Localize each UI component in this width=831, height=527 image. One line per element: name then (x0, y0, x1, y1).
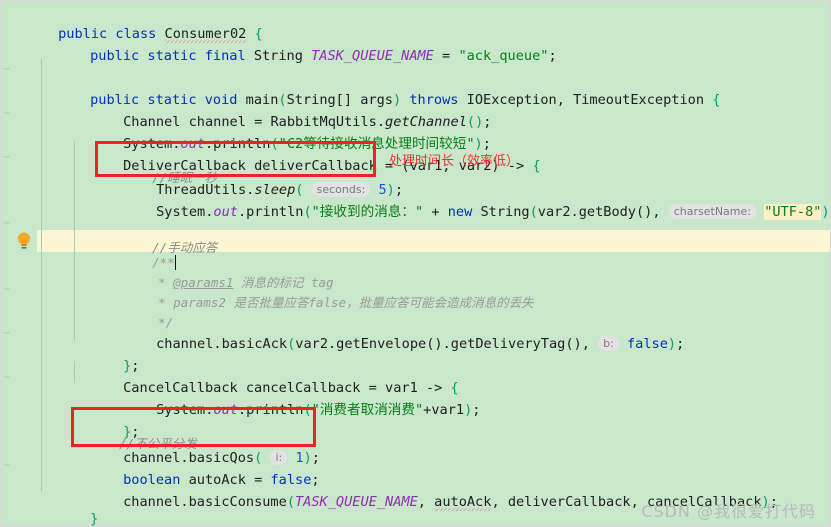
code-line-18[interactable]: }; (74, 333, 139, 374)
token-var-channel: channel (156, 336, 214, 352)
code-text-layer[interactable]: public class Consumer02 { public static … (1, 1, 830, 526)
token-string-received: "接收到的消息：" (311, 204, 424, 220)
token-constant-task-queue-name: TASK_QUEUE_NAME (295, 494, 418, 510)
code-line-9[interactable]: ThreadUtils.sleep( seconds: 5); (107, 157, 403, 198)
code-line-19[interactable]: CancelCallback cancelCallback = var1 -> … (74, 355, 459, 396)
code-line-13[interactable]: /** (107, 230, 176, 270)
token-var-delivercallback: deliverCallback (507, 494, 631, 510)
token-keyword-static: static (147, 48, 197, 64)
code-editor-screenshot: ➥ ➥ ➥ ➥ ➥ ➥ ➥ ➥ public class Consumer02 … (0, 0, 831, 527)
code-line-15[interactable]: * params2 是否批量应答false，批量应答可能会造成消息的丢失 (113, 270, 533, 310)
token-string-utf8: "UTF-8" (764, 204, 822, 220)
token-string-ack-queue: "ack_queue" (458, 48, 549, 64)
code-line-20[interactable]: System.out.println("消费者取消消费"+var1); (107, 377, 480, 418)
code-line-24[interactable]: boolean autoAck = false; (74, 447, 319, 488)
code-line-1[interactable]: public class Consumer02 { (9, 1, 263, 43)
code-line-16[interactable]: */ (113, 290, 173, 330)
token-arg-deliverytag: var2.getEnvelope().getDeliveryTag() (295, 336, 582, 352)
token-keyword-false: false (626, 336, 668, 352)
token-string-consumer-cancel: "消费者取消消费" (311, 402, 424, 418)
token-javadoc-params2: params2 (173, 295, 226, 310)
annotation-note-processing-time: 处理时间长（效率低） (389, 154, 520, 169)
token-method-println: println (246, 204, 304, 220)
token-keyword-public: public (90, 48, 140, 64)
token-method-println: println (246, 402, 304, 418)
code-line-10[interactable]: System.out.println("接收到的消息：" + new Strin… (107, 179, 830, 220)
code-line-6[interactable]: System.out.println("C2等待接收消息处理时间较短"); (74, 111, 491, 152)
token-var-channel: channel (123, 494, 181, 510)
token-keyword-new: new (447, 204, 473, 220)
code-line-5[interactable]: Channel channel = RabbitMqUtils.getChann… (74, 89, 491, 130)
code-line-25[interactable]: channel.basicConsume(TASK_QUEUE_NAME, au… (74, 469, 778, 511)
token-type-string: String (253, 48, 303, 64)
token-method-basicack: basicAck (221, 336, 288, 352)
token-type-string: String (480, 204, 530, 220)
param-hint-b: b: (598, 336, 619, 351)
token-method-basicconsume: basicConsume (188, 494, 287, 510)
token-exception-timeout: TimeoutException (573, 92, 705, 108)
token-constant-task-queue-name: TASK_QUEUE_NAME (311, 48, 434, 64)
token-field-out: out (213, 402, 238, 418)
token-plus-var1: +var1 (423, 402, 465, 418)
param-hint-charsetname: charsetName: (668, 204, 756, 219)
code-line-27[interactable]: } (9, 504, 66, 526)
token-javadoc-params2-desc: 是否批量应答false，批量应答可能会造成消息的丢失 (233, 295, 534, 310)
token-keyword-final: final (204, 48, 246, 64)
token-var-autoack: autoAck (434, 494, 492, 511)
code-line-23[interactable]: channel.basicQos( i: 1); (74, 425, 320, 466)
token-arg-getbody: var2.getBody() (537, 204, 653, 220)
code-line-17[interactable]: channel.basicAck(var2.getEnvelope().getD… (107, 311, 684, 352)
code-line-2[interactable]: public static final String TASK_QUEUE_NA… (41, 23, 557, 64)
csdn-watermark: CSDN @我很爱打代码 (641, 502, 816, 521)
code-line-14[interactable]: * @params1 消息的标记 tag (113, 250, 333, 290)
code-line-4[interactable]: public static void main(String[] args) t… (41, 67, 720, 108)
